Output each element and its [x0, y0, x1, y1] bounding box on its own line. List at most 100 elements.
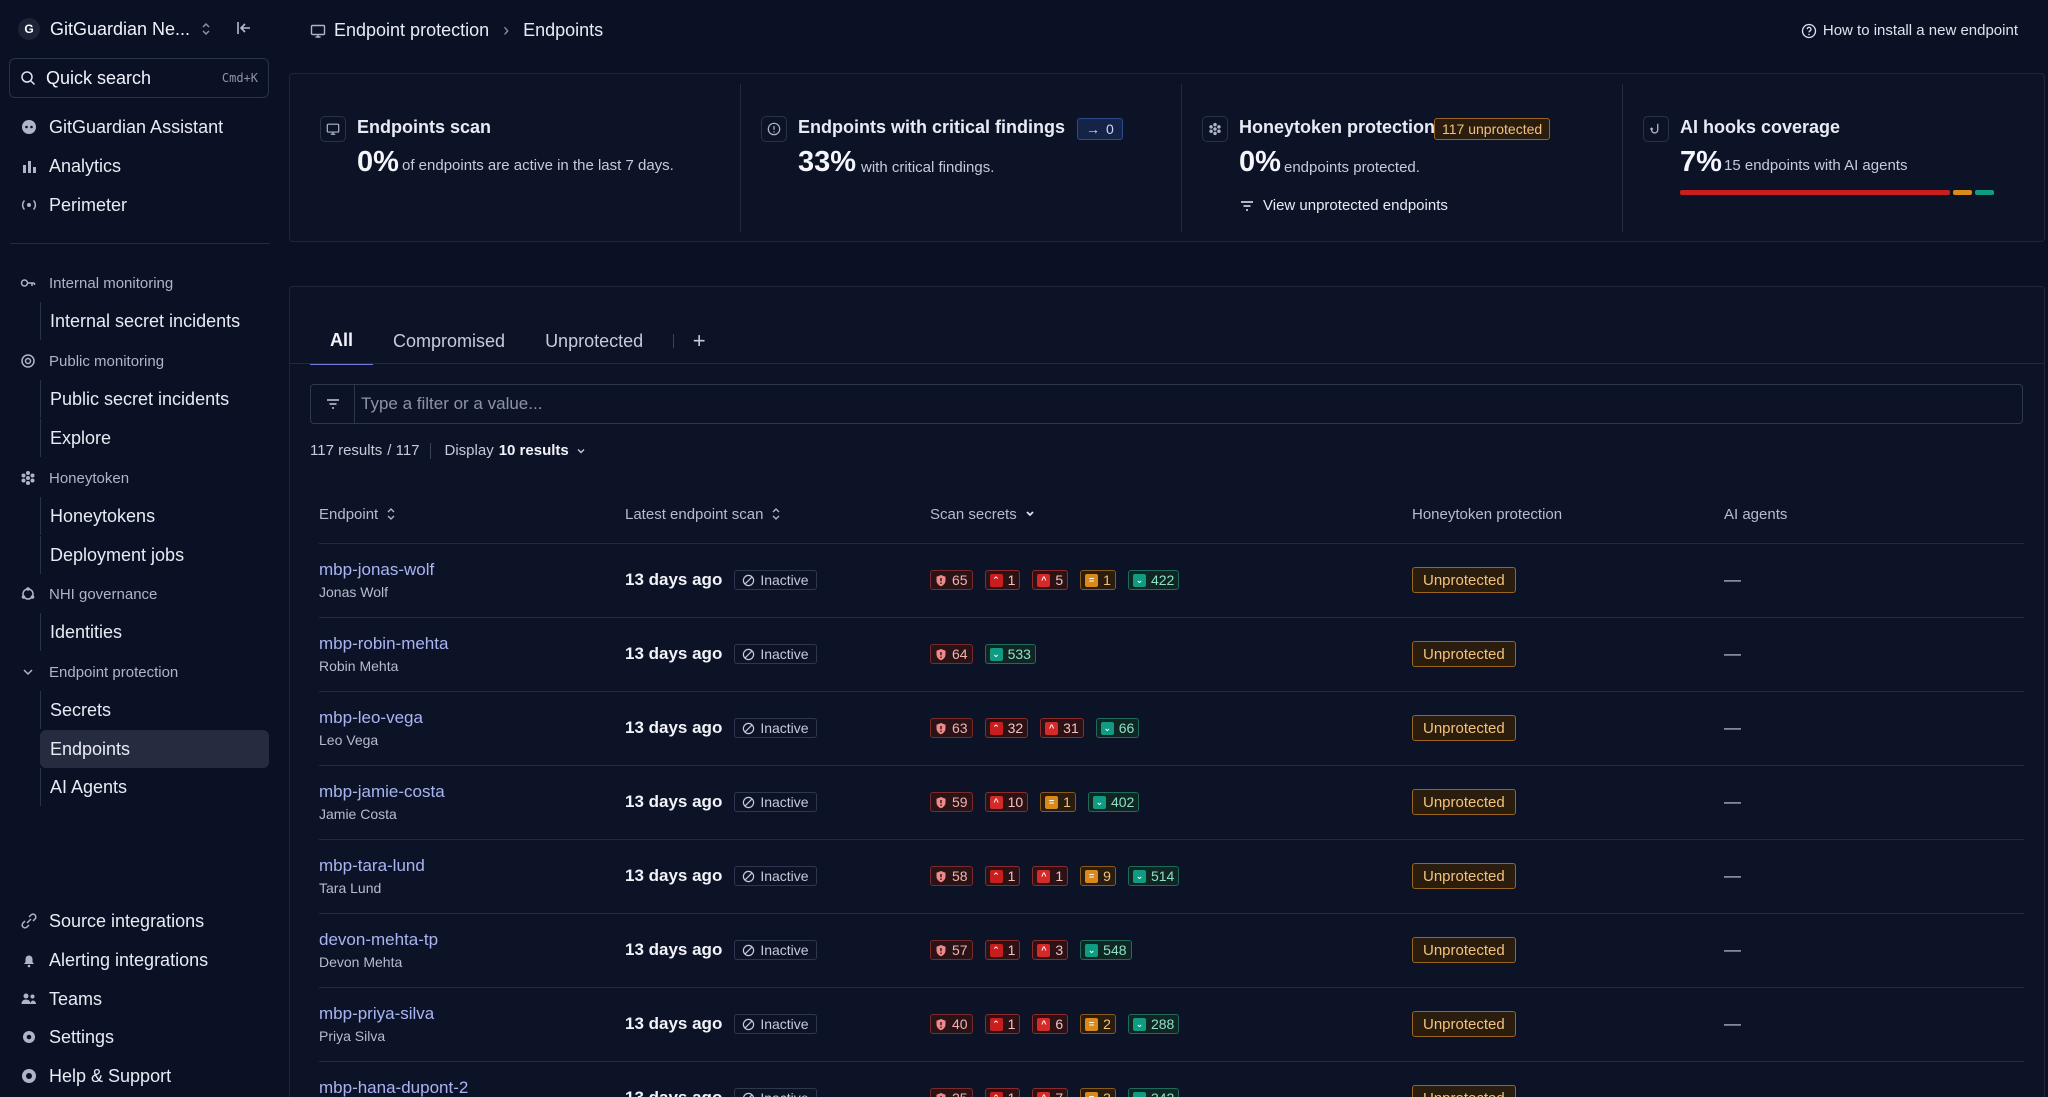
badge-crit[interactable]: ⌃ 32 — [984, 718, 1029, 738]
alert-circle-icon — [761, 116, 787, 142]
display-select[interactable]: Display 10 results — [445, 442, 587, 459]
table-row[interactable]: devon-mehta-tp Devon Mehta 13 days ago I… — [319, 913, 2024, 988]
endpoint-link[interactable]: devon-mehta-tp — [319, 930, 625, 950]
badge-crit[interactable]: ⌃1 — [984, 570, 1021, 590]
endpoint-link[interactable]: mbp-jonas-wolf — [319, 560, 625, 580]
badge-crit[interactable]: ⌃1 — [984, 1088, 1021, 1097]
section-label: Honeytoken — [49, 469, 130, 487]
badge-low[interactable]: ⌄ 288 — [1127, 1014, 1180, 1034]
badge-high[interactable]: ^ 31 — [1040, 718, 1084, 738]
section-internal-monitoring[interactable]: Internal monitoring — [20, 271, 173, 295]
install-endpoint-link[interactable]: How to install a new endpoint — [1801, 22, 2018, 39]
bar-chart-icon — [20, 157, 38, 175]
nav-public-secret-incidents[interactable]: Public secret incidents — [40, 380, 269, 418]
badge-high[interactable]: ^ 10 — [984, 792, 1029, 812]
breadcrumb-parent[interactable]: Endpoint protection — [334, 20, 489, 41]
endpoint-link[interactable]: mbp-hana-dupont-2 — [319, 1078, 625, 1097]
badge-total[interactable]: 63 — [930, 718, 973, 738]
badge-total[interactable]: 64 — [930, 644, 973, 664]
critical-findings-chip[interactable]: → 0 — [1077, 118, 1123, 140]
nav-settings[interactable]: Settings — [20, 1022, 114, 1052]
filter-button[interactable] — [311, 385, 355, 423]
tab-all[interactable]: All — [310, 317, 374, 365]
section-endpoint-protection[interactable]: Endpoint protection — [20, 660, 178, 684]
nav-help-support[interactable]: Help & Support — [20, 1061, 171, 1091]
badge-crit[interactable]: ⌃1 — [984, 940, 1021, 960]
nav-alerting-integrations[interactable]: Alerting integrations — [20, 945, 208, 975]
nav-analytics[interactable]: Analytics — [20, 151, 121, 181]
table-row[interactable]: mbp-hana-dupont-2 Hana Dupont 13 days ag… — [319, 1061, 2024, 1097]
badge-low[interactable]: ⌄ 342 — [1127, 1088, 1180, 1097]
table-row[interactable]: mbp-jonas-wolf Jonas Wolf 13 days ago In… — [319, 543, 2024, 618]
col-latest-scan[interactable]: Latest endpoint scan — [625, 486, 930, 544]
section-honeytoken[interactable]: Honeytoken — [20, 466, 129, 490]
nav-secrets[interactable]: Secrets — [40, 691, 269, 729]
badge-total[interactable]: 59 — [930, 792, 973, 812]
table-row[interactable]: mbp-robin-mehta Robin Mehta 13 days ago … — [319, 617, 2024, 692]
section-label: NHI governance — [49, 585, 158, 603]
badge-low[interactable]: ⌄ 548 — [1080, 940, 1132, 960]
cell-honeytoken: Unprotected — [1412, 839, 1724, 914]
badge-high[interactable]: ^ 5 — [1032, 570, 1069, 590]
filter-input[interactable] — [355, 394, 2022, 414]
endpoint-link[interactable]: mbp-leo-vega — [319, 708, 625, 728]
badge-total[interactable]: 40 — [930, 1014, 973, 1034]
badge-high[interactable]: ^7 — [1032, 1088, 1069, 1097]
nav-endpoints[interactable]: Endpoints — [40, 730, 269, 768]
endpoint-link[interactable]: mbp-jamie-costa — [319, 782, 625, 802]
endpoint-link[interactable]: mbp-robin-mehta — [319, 634, 625, 654]
col-scan-secrets[interactable]: Scan secrets — [930, 486, 1412, 544]
empty-value: — — [1724, 940, 1741, 959]
tab-unprotected[interactable]: Unprotected — [525, 317, 663, 365]
col-endpoint[interactable]: Endpoint — [319, 486, 625, 544]
nav-ai-agents[interactable]: AI Agents — [40, 768, 269, 806]
table-row[interactable]: mbp-priya-silva Priya Silva 13 days ago … — [319, 987, 2024, 1062]
badge-total[interactable]: 58 — [930, 866, 973, 886]
cell-ai-agents: — — [1724, 543, 2024, 618]
endpoint-link[interactable]: mbp-tara-lund — [319, 856, 625, 876]
badge-high[interactable]: ^ 3 — [1032, 940, 1069, 960]
badge-low[interactable]: ⌄ 66 — [1095, 718, 1140, 738]
tab-compromised[interactable]: Compromised — [373, 317, 525, 365]
nav-perimeter[interactable]: Perimeter — [20, 190, 127, 220]
link-icon — [20, 912, 38, 930]
nav-honeytokens[interactable]: Honeytokens — [40, 497, 269, 535]
badge-total[interactable]: 65 — [930, 570, 973, 590]
table-row[interactable]: mbp-tara-lund Tara Lund 13 days ago Inac… — [319, 839, 2024, 914]
nav-explore[interactable]: Explore — [40, 419, 269, 457]
badge-med[interactable]: = 2 — [1080, 1014, 1116, 1034]
nav-source-integrations[interactable]: Source integrations — [20, 906, 204, 936]
collapse-sidebar-icon[interactable] — [234, 18, 256, 40]
badge-total[interactable]: 25 — [930, 1088, 973, 1097]
nav-deployment-jobs[interactable]: Deployment jobs — [40, 536, 269, 574]
section-public-monitoring[interactable]: Public monitoring — [20, 349, 164, 373]
badge-high[interactable]: ^ 1 — [1032, 866, 1069, 886]
badge-med[interactable]: = 1 — [1080, 570, 1116, 590]
badge-high[interactable]: ^ 6 — [1032, 1014, 1069, 1034]
shield-icon — [936, 722, 946, 734]
nav-identities[interactable]: Identities — [40, 613, 269, 651]
badge-low[interactable]: ⌄ 402 — [1087, 792, 1140, 812]
table-row[interactable]: mbp-leo-vega Leo Vega 13 days ago Inacti… — [319, 691, 2024, 766]
nav-teams[interactable]: Teams — [20, 984, 102, 1014]
badge-med[interactable]: =3 — [1080, 1088, 1116, 1097]
add-tab-button[interactable]: + — [684, 328, 714, 354]
badge-low[interactable]: ⌄ 514 — [1127, 866, 1180, 886]
badge-med[interactable]: = 9 — [1080, 866, 1116, 886]
nav-gitguardian-assistant[interactable]: GitGuardian Assistant — [20, 112, 223, 142]
quick-search[interactable]: Quick search Cmd+K — [9, 58, 269, 98]
cell-latest-scan: 13 days ago Inactive — [625, 1061, 930, 1097]
badge-crit[interactable]: ⌃1 — [984, 866, 1021, 886]
section-nhi-governance[interactable]: NHI governance — [20, 582, 157, 606]
nav-internal-secret-incidents[interactable]: Internal secret incidents — [40, 302, 269, 340]
endpoint-link[interactable]: mbp-priya-silva — [319, 1004, 625, 1024]
org-switcher[interactable]: G GitGuardian Ne... — [18, 14, 268, 44]
badge-total[interactable]: 57 — [930, 940, 973, 960]
badge-count: 342 — [1151, 1090, 1174, 1097]
badge-low[interactable]: ⌄ 533 — [984, 644, 1036, 664]
view-unprotected-endpoints-link[interactable]: View unprotected endpoints — [1239, 197, 1448, 214]
badge-crit[interactable]: ⌃1 — [984, 1014, 1021, 1034]
badge-med[interactable]: = 1 — [1040, 792, 1076, 812]
table-row[interactable]: mbp-jamie-costa Jamie Costa 13 days ago … — [319, 765, 2024, 840]
badge-low[interactable]: ⌄ 422 — [1127, 570, 1180, 590]
